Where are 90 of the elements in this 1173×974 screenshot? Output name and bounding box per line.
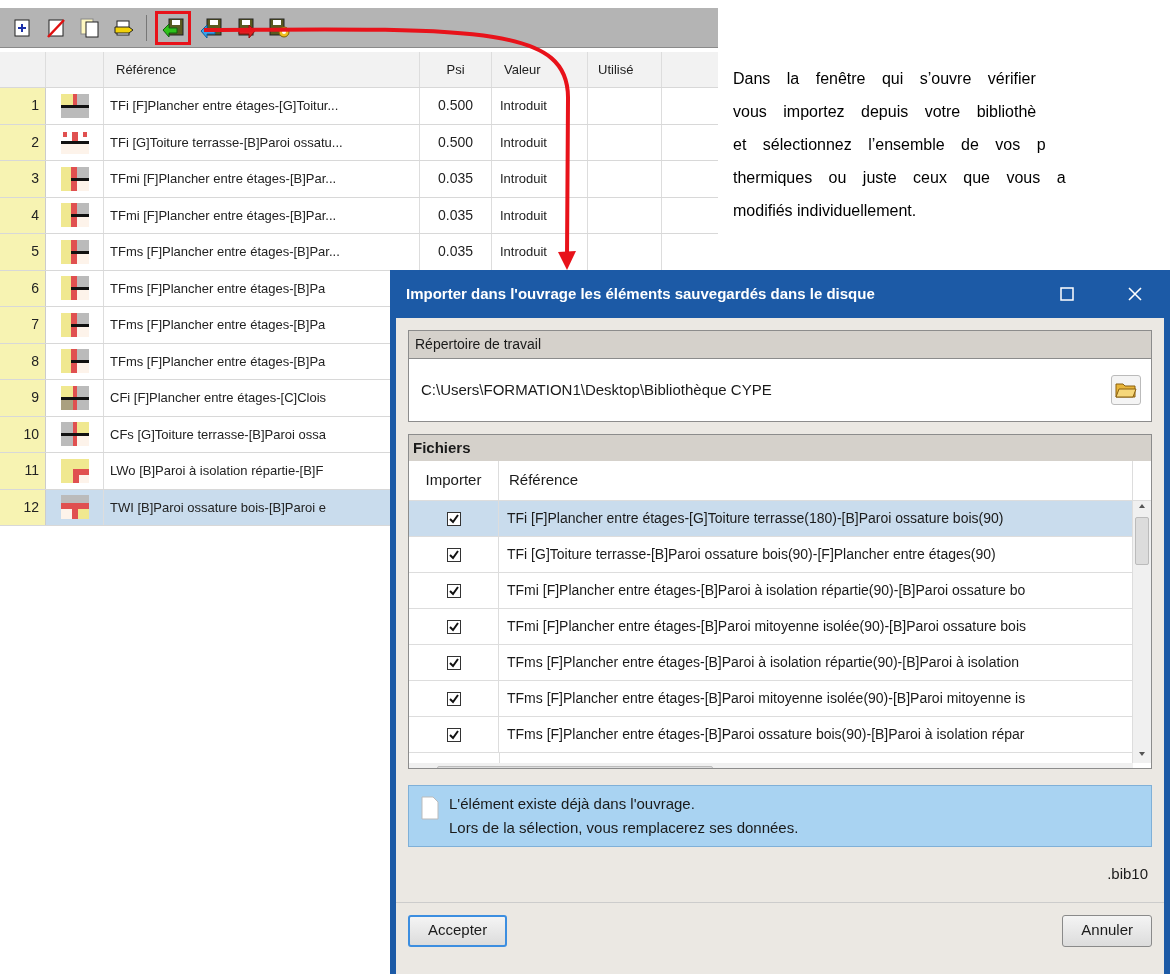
row-number: 10 <box>23 424 39 444</box>
table-cell-text: TFi [G]Toiture terrasse-[B]Paroi ossature bois(90)-[F]Plancher entre étages(90) <box>507 545 996 564</box>
row-number: 9 <box>31 388 39 408</box>
checkbox[interactable] <box>446 727 461 742</box>
junction-icon <box>60 312 89 337</box>
junction-icon <box>60 276 89 301</box>
file-extension: .bib10 <box>1107 864 1148 884</box>
junction-icon <box>60 203 89 228</box>
checkbox[interactable] <box>446 511 461 526</box>
table-cell-text: TFmi [F]Plancher entre étages-[B]Paroi à isolation répartie(90)-[B]Paroi ossature bo <box>507 581 1026 600</box>
dialog-button[interactable]: Accepter <box>408 914 508 947</box>
row-number: 12 <box>23 497 39 517</box>
file-row[interactable]: TFms [F]Plancher entre étages-[B]Paroi ossature bois(90)-[B]Paroi à isolation répar <box>409 717 1133 753</box>
paragraph-line: et sélectionnez l’ensemble de vos p <box>733 135 1047 155</box>
table-cell-text: TFmi [F]Plancher entre étages-[B]Paroi mitoyenne isolée(90)-[B]Paroi ossature bois <box>507 617 1026 636</box>
row-number: 6 <box>31 278 39 298</box>
paragraph-line: modifiés individuellement. <box>733 201 918 221</box>
table-cell-text: TFi [G]Toiture terrasse-[B]Paroi ossatu... <box>110 133 343 152</box>
row-number: 5 <box>31 242 39 262</box>
checkbox[interactable] <box>446 583 461 598</box>
junction-icon <box>60 239 89 264</box>
column-header: Utilisé <box>598 60 634 79</box>
junction-icon <box>60 458 89 483</box>
row-number: 11 <box>24 461 39 481</box>
file-row[interactable]: TFmi [F]Plancher entre étages-[B]Paroi à isolation répartie(90)-[B]Paroi ossature bo <box>409 573 1133 609</box>
paragraph-line: vous importez depuis votre bibliothè <box>733 102 1038 122</box>
row-number: 2 <box>31 132 39 152</box>
row-number: 4 <box>31 205 39 225</box>
table-cell-text: TFmi [F]Plancher entre étages-[B]Par... <box>110 170 337 188</box>
row-number: 3 <box>31 169 39 189</box>
junction-icon <box>60 130 89 155</box>
junction-icon <box>60 495 89 520</box>
folder-icon[interactable] <box>1111 375 1141 405</box>
table-cell-text: 0.500 <box>437 96 473 116</box>
document-icon <box>421 796 439 820</box>
table-cell-text: CFs [G]Toiture terrasse-[B]Paroi ossa <box>110 425 326 444</box>
row-number: 7 <box>31 315 39 335</box>
column-header: Importer <box>425 470 482 491</box>
table-cell-text: 0.035 <box>437 169 473 189</box>
info-text: Lors de la sélection, vous remplacerez ses données. <box>449 818 799 838</box>
table-cell-text: TFms [F]Plancher entre étages-[B]Pa <box>110 316 326 334</box>
table-cell-text: Introduit <box>500 97 547 115</box>
column-header: Référence <box>116 60 176 79</box>
paragraph-line: Dans la fenêtre qui s’ouvre vérifier <box>733 69 1037 89</box>
table-cell-text: TWI [B]Paroi ossature bois-[B]Paroi e <box>110 498 327 517</box>
table-cell-text: TFms [F]Plancher entre étages-[B]Paroi mitoyenne isolée(90)-[B]Paroi mitoyenne is <box>507 689 1026 708</box>
table-cell-text: TFi [F]Plancher entre étages-[G]Toitur... <box>110 97 339 115</box>
table-row[interactable]: 2 TFi [G]Toiture terrasse-[B]Paroi ossatu... 0.500 Introduit <box>0 124 718 161</box>
info-text: L'élément existe déjà dans l'ouvrage. <box>449 794 696 814</box>
table-row[interactable]: 1 TFi [F]Plancher entre étages-[G]Toitur... 0.500 Introduit <box>0 88 718 125</box>
paragraph-line: thermiques ou juste ceux que vous a <box>733 168 1066 188</box>
table-cell-text: CFi [F]Plancher entre étages-[C]Clois <box>110 389 327 407</box>
file-row[interactable]: TFi [F]Plancher entre étages-[G]Toiture terrasse(180)-[B]Paroi ossature bois(90) <box>409 501 1133 537</box>
table-cell-text: TFms [F]Plancher entre étages-[B]Paroi ossature bois(90)-[B]Paroi à isolation répar <box>507 725 1025 744</box>
scroll-thumb[interactable] <box>1135 517 1149 565</box>
junction-icon <box>60 166 89 191</box>
vertical-scrollbar[interactable] <box>1133 501 1151 763</box>
table-cell-text: TFms [F]Plancher entre étages-[B]Paroi à isolation répartie(90)-[B]Paroi à isolation <box>507 653 1019 672</box>
row-number: 8 <box>31 351 39 371</box>
checkbox[interactable] <box>446 691 461 706</box>
column-header: Référence <box>509 470 579 491</box>
table-cell-text: LWo [B]Paroi à isolation répartie-[B]F <box>110 462 324 480</box>
table-cell-text: Introduit <box>500 133 547 152</box>
checkbox[interactable] <box>446 619 461 634</box>
table-cell-text: Introduit <box>500 170 547 188</box>
checkbox[interactable] <box>446 655 461 670</box>
dialog-button[interactable]: Annuler <box>1062 914 1152 947</box>
column-header: Valeur <box>504 60 541 79</box>
junction-icon <box>60 349 89 374</box>
junction-icon <box>60 385 89 410</box>
column-header: Psi <box>446 60 465 79</box>
file-row[interactable]: TFms [F]Plancher entre étages-[B]Paroi à isolation répartie(90)-[B]Paroi à isolation <box>409 645 1133 681</box>
table-cell-text: TFms [F]Plancher entre étages-[B]Pa <box>110 352 326 371</box>
table-cell-text: TFms [F]Plancher entre étages-[B]Par... <box>110 243 340 261</box>
junction-icon <box>60 422 89 447</box>
row-number: 1 <box>31 96 39 116</box>
checkbox[interactable] <box>446 547 461 562</box>
file-row[interactable]: TFmi [F]Plancher entre étages-[B]Paroi mitoyenne isolée(90)-[B]Paroi ossature bois <box>409 609 1133 645</box>
table-cell-text: TFmi [F]Plancher entre étages-[B]Par... <box>110 206 337 225</box>
table-cell-text: TFms [F]Plancher entre étages-[B]Pa <box>110 279 326 298</box>
table-row[interactable]: 3 TFmi [F]Plancher entre étages-[B]Par... 0.035 Introduit <box>0 161 718 198</box>
table-row[interactable]: 4 TFmi [F]Plancher entre étages-[B]Par... 0.035 Introduit <box>0 197 718 234</box>
file-row[interactable]: TFms [F]Plancher entre étages-[B]Paroi mitoyenne isolée(90)-[B]Paroi mitoyenne is <box>409 681 1133 717</box>
junction-icon <box>60 93 89 118</box>
table-cell-text: Introduit <box>500 243 547 261</box>
table-cell-text: 0.035 <box>437 242 473 262</box>
file-row[interactable]: TFi [G]Toiture terrasse-[B]Paroi ossature bois(90)-[F]Plancher entre étages(90) <box>409 537 1133 573</box>
table-cell-text: 0.035 <box>437 205 473 225</box>
table-cell-text: 0.500 <box>437 132 473 152</box>
table-cell-text: Introduit <box>500 206 547 225</box>
